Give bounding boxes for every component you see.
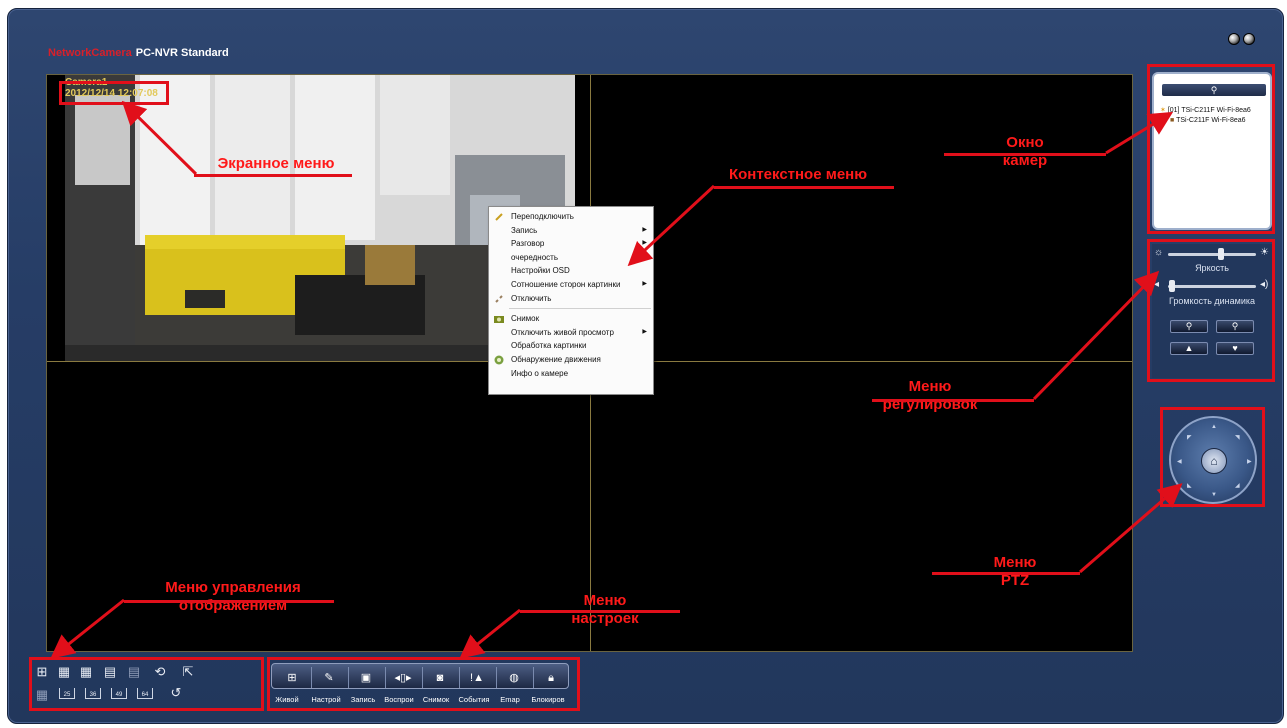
arrow-display — [50, 598, 125, 659]
arrow-osd — [121, 100, 198, 176]
annotation-arrows — [50, 100, 1183, 659]
arrow-adjust — [1032, 270, 1160, 401]
arrow-ptz — [1079, 483, 1183, 574]
screen: NetworkCamera PC-NVR Standard Camera1 20… — [0, 0, 1287, 728]
arrow-camera-window — [1105, 111, 1174, 155]
arrow-settings — [459, 608, 521, 659]
arrow-context — [627, 184, 716, 267]
